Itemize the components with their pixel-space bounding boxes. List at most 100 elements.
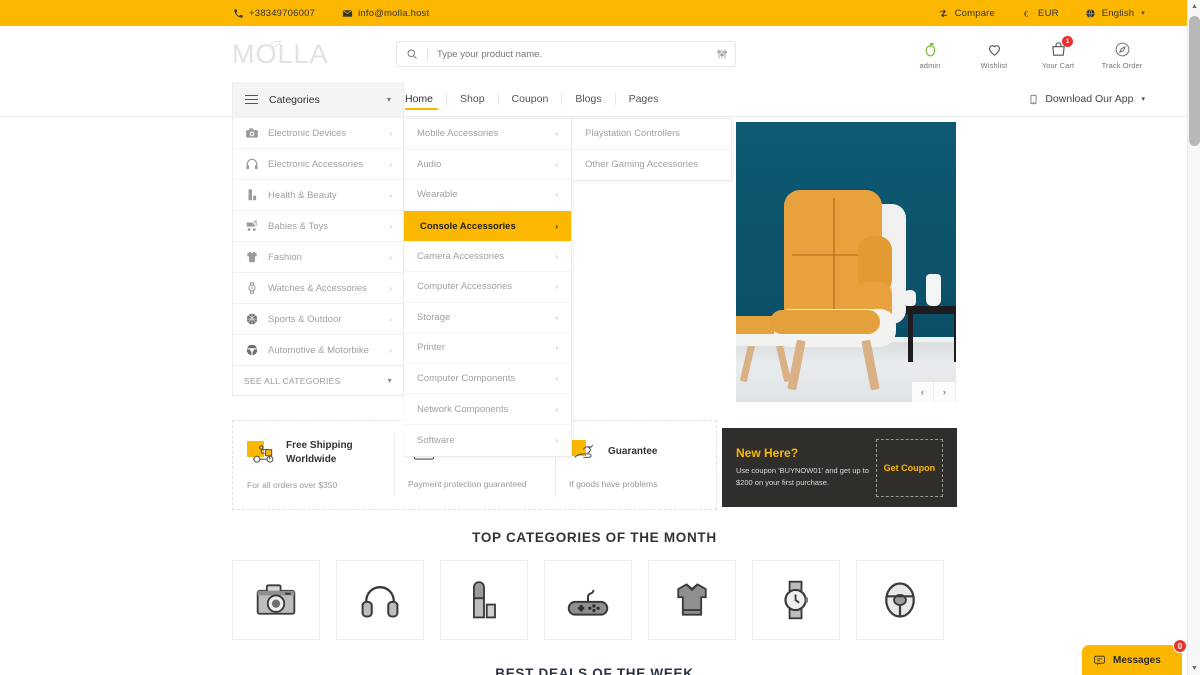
category-item-automotive-motorbike[interactable]: Automotive & Motorbike › bbox=[233, 334, 403, 365]
nav-item-home[interactable]: Home bbox=[405, 82, 446, 117]
category-item-health-beauty[interactable]: Health & Beauty › bbox=[233, 179, 403, 210]
messages-widget[interactable]: Messages 0 bbox=[1082, 639, 1187, 675]
category-item-electronic-devices[interactable]: Electronic Devices › bbox=[233, 117, 403, 148]
browser-scrollbar[interactable]: ▲ ▼ bbox=[1187, 0, 1200, 675]
submenu-item-camera-accessories[interactable]: Camera Accessories › bbox=[404, 241, 571, 272]
chevron-right-icon: › bbox=[555, 159, 558, 169]
submenu-item-storage[interactable]: Storage › bbox=[404, 303, 571, 334]
steering-wheel-icon bbox=[885, 582, 915, 618]
submenu-item-software[interactable]: Software › bbox=[404, 425, 571, 456]
hand-shield-icon bbox=[569, 439, 599, 465]
hero-slider[interactable]: ‹ › bbox=[736, 122, 956, 402]
submenu-item-playstation-controllers[interactable]: Playstation Controllers bbox=[572, 119, 731, 150]
submenu-item-other-gaming-accessories[interactable]: Other Gaming Accessories bbox=[572, 150, 731, 181]
submenu-item-mobile-accessories[interactable]: Mobile Accessories › bbox=[404, 119, 571, 150]
chevron-down-icon: ▾ bbox=[386, 95, 391, 104]
slider-prev-button[interactable]: ‹ bbox=[912, 382, 934, 402]
top-category-headphones[interactable] bbox=[336, 560, 424, 640]
scrollbar-thumb[interactable] bbox=[1189, 16, 1200, 146]
chevron-right-icon: › bbox=[389, 221, 392, 231]
submenu-item-printer[interactable]: Printer › bbox=[404, 333, 571, 364]
nav-item-coupon-label: Coupon bbox=[511, 93, 549, 105]
chevron-right-icon: › bbox=[555, 190, 558, 200]
top-categories-grid bbox=[232, 560, 960, 640]
submenu-item-computer-components[interactable]: Computer Components › bbox=[404, 364, 571, 395]
top-category-gamepad[interactable] bbox=[544, 560, 632, 640]
chevron-right-icon: › bbox=[389, 190, 392, 200]
download-app-link[interactable]: Download Our App ▾ bbox=[1028, 93, 1145, 106]
submenu-item-audio[interactable]: Audio › bbox=[404, 150, 571, 181]
feature-free-shipping: Free Shipping Worldwide For all orders o… bbox=[233, 421, 394, 509]
feature-guarantee: Guarantee If goods have problems bbox=[555, 421, 716, 509]
filter-sliders-icon[interactable] bbox=[709, 48, 735, 60]
chevron-right-icon: › bbox=[389, 345, 392, 355]
category-item-sports-outdoor[interactable]: Sports & Outdoor › bbox=[233, 303, 403, 334]
search-input[interactable] bbox=[428, 48, 709, 60]
cart-badge: 1 bbox=[1062, 36, 1073, 47]
nav-item-home-label: Home bbox=[405, 93, 434, 105]
see-all-categories-label: SEE ALL CATEGORIES bbox=[244, 375, 341, 386]
message-bubble-icon bbox=[1094, 655, 1105, 665]
topbar-language-text: English bbox=[1101, 7, 1135, 19]
search-icon bbox=[397, 48, 427, 60]
feature-subtitle: Payment protection guaranteed bbox=[408, 479, 527, 489]
slider-next-button[interactable]: › bbox=[934, 382, 956, 402]
nav-item-pages[interactable]: Pages bbox=[616, 82, 672, 117]
submenu-item-network-components[interactable]: Network Components › bbox=[404, 394, 571, 425]
category-item-watches-accessories[interactable]: Watches & Accessories › bbox=[233, 272, 403, 303]
chevron-right-icon: › bbox=[555, 312, 558, 322]
category-item-label: Health & Beauty bbox=[268, 189, 337, 201]
header-icon-cart-label: Your Cart bbox=[1041, 61, 1075, 70]
nav-item-blogs[interactable]: Blogs bbox=[562, 82, 614, 117]
submenu-item-computer-accessories[interactable]: Computer Accessories › bbox=[404, 272, 571, 303]
camera-icon bbox=[256, 584, 296, 615]
scroll-up-arrow[interactable]: ▲ bbox=[1188, 0, 1200, 13]
main-navbar: Home Shop Coupon Blogs Pages Download Ou… bbox=[0, 82, 1187, 117]
header-icon-admin[interactable]: admin bbox=[907, 38, 953, 70]
topbar-currency[interactable]: € EUR bbox=[1021, 7, 1059, 19]
topbar-compare-text: Compare bbox=[954, 7, 996, 19]
topbar-email[interactable]: info@molla.host bbox=[341, 7, 429, 19]
top-category-lipstick[interactable] bbox=[440, 560, 528, 640]
search-bar[interactable] bbox=[396, 41, 736, 67]
feature-subtitle: For all orders over $350 bbox=[247, 480, 338, 490]
submenu-item-label: Storage bbox=[417, 311, 451, 323]
topbar-language[interactable]: English ▾ bbox=[1085, 7, 1145, 19]
categories-header[interactable]: Categories ▾ bbox=[233, 82, 403, 117]
submenu-item-console-accessories[interactable]: Console Accessories › bbox=[404, 210, 571, 242]
chevron-right-icon: › bbox=[555, 221, 558, 231]
header-icon-wishlist-label: Wishlist bbox=[980, 61, 1008, 70]
chevron-down-icon: ▾ bbox=[1141, 96, 1145, 103]
logo[interactable]: MOLLA bbox=[232, 39, 352, 70]
header-icon-wishlist[interactable]: Wishlist bbox=[971, 38, 1017, 70]
globe-icon bbox=[1085, 7, 1097, 19]
mobile-phone-icon bbox=[1031, 94, 1037, 104]
top-category-steering-wheel[interactable] bbox=[856, 560, 944, 640]
header-icon-cart[interactable]: 1 Your Cart bbox=[1035, 36, 1081, 70]
category-item-electronic-accessories[interactable]: Electronic Accessories › bbox=[233, 148, 403, 179]
header-icon-track-order[interactable]: Track Order bbox=[1099, 38, 1145, 70]
scroll-down-arrow[interactable]: ▼ bbox=[1188, 662, 1200, 675]
categories-title: Categories bbox=[269, 93, 320, 106]
topbar-phone[interactable]: +38349706007 bbox=[232, 7, 315, 19]
top-category-watch[interactable] bbox=[752, 560, 840, 640]
nav-item-coupon[interactable]: Coupon bbox=[499, 82, 562, 117]
category-item-babies-toys[interactable]: Babies & Toys › bbox=[233, 210, 403, 241]
get-coupon-button[interactable]: Get Coupon bbox=[875, 438, 943, 497]
slider-nav: ‹ › bbox=[912, 382, 956, 402]
submenu-item-wearable[interactable]: Wearable › bbox=[404, 180, 571, 211]
topbar-compare[interactable]: Compare bbox=[938, 7, 995, 19]
chevron-right-icon: › bbox=[555, 435, 558, 445]
submenu-item-label: Software bbox=[417, 434, 455, 446]
nav-item-pages-label: Pages bbox=[628, 93, 659, 105]
submenu-item-label: Playstation Controllers bbox=[585, 128, 681, 140]
category-item-fashion[interactable]: Fashion › bbox=[233, 241, 403, 272]
top-category-camera[interactable] bbox=[232, 560, 320, 640]
submenu-item-label: Computer Components bbox=[417, 373, 516, 385]
nav-links: Home Shop Coupon Blogs Pages bbox=[405, 82, 671, 117]
side-table-leg bbox=[954, 312, 956, 362]
header-icon-track-order-label: Track Order bbox=[1101, 61, 1143, 70]
nav-item-shop[interactable]: Shop bbox=[447, 82, 498, 117]
top-category-shirt[interactable] bbox=[648, 560, 736, 640]
see-all-categories[interactable]: SEE ALL CATEGORIES ▾ bbox=[233, 365, 403, 395]
